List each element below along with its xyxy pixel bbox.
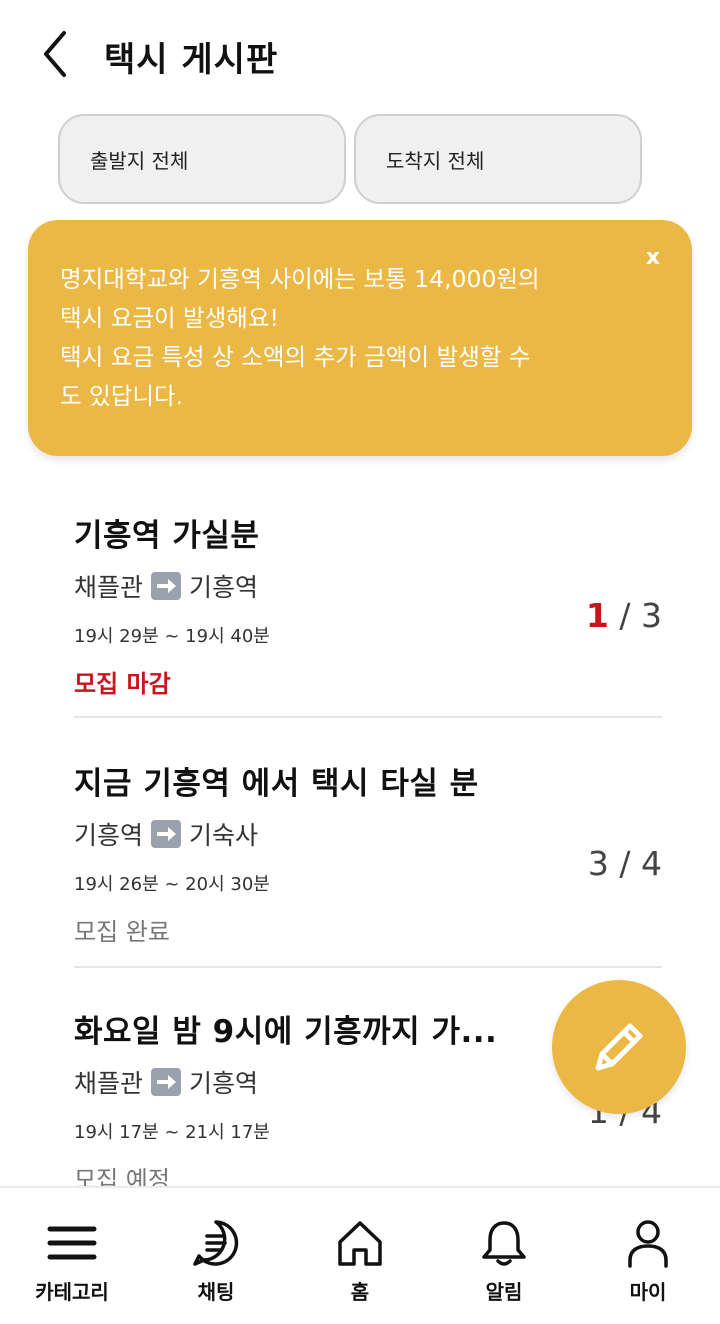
right-arrow-icon (151, 572, 182, 600)
participant-count: 1 / 3 (586, 596, 662, 635)
route-to: 기숙사 (189, 821, 259, 850)
route-to: 기흥역 (189, 573, 259, 602)
participant-count: 3 / 4 (588, 844, 662, 883)
top-bar: 택시 게시판 (0, 0, 720, 110)
arrival-filter-label: 도착지 전체 (386, 148, 485, 173)
count-separator: / (608, 844, 641, 883)
bell-icon (479, 1218, 529, 1268)
post-route: 채플관 기흥역 (74, 1064, 258, 1100)
menu-icon (46, 1218, 98, 1268)
person-icon (626, 1218, 670, 1268)
post-time: 19시 29분 ~ 19시 40분 (74, 626, 270, 647)
notice-close-button[interactable]: x (638, 240, 668, 274)
status-badge: 모집 완료 (74, 918, 170, 946)
nav-item-category[interactable]: 카테고리 (0, 1188, 144, 1324)
pencil-icon (595, 1023, 643, 1071)
total-count: 4 (641, 844, 662, 883)
count-separator: / (608, 596, 641, 635)
nav-item-my[interactable]: 마이 (576, 1188, 720, 1324)
post-route: 기흥역 기숙사 (74, 816, 258, 852)
right-arrow-icon (151, 1068, 182, 1096)
nav-label: 홈 (350, 1280, 370, 1304)
nav-item-home[interactable]: 홈 (288, 1188, 432, 1324)
status-badge: 모집 마감 (74, 670, 171, 698)
page-title: 택시 게시판 (104, 40, 279, 80)
post-time: 19시 26분 ~ 20시 30분 (74, 874, 270, 895)
nav-label: 알림 (485, 1280, 523, 1304)
status-badge: 모집 예정 (74, 1166, 170, 1186)
write-post-button[interactable] (552, 980, 686, 1114)
arrival-filter-button[interactable]: 도착지 전체 (354, 114, 642, 204)
route-to: 기흥역 (189, 1069, 259, 1098)
post-title: 지금 기흥역 에서 택시 타실 분 (74, 766, 479, 802)
right-arrow-icon (151, 820, 182, 848)
bottom-nav: 카테고리 채팅 홈 알림 마이 (0, 1186, 720, 1324)
current-count: 3 (587, 844, 609, 883)
chat-icon (191, 1218, 241, 1268)
nav-item-alarm[interactable]: 알림 (432, 1188, 576, 1324)
post-title: 화요일 밤 9시에 기흥까지 가... (74, 1014, 498, 1050)
departure-filter-label: 출발지 전체 (90, 148, 189, 173)
post-item[interactable]: 기흥역 가실분 채플관 기흥역 19시 29분 ~ 19시 40분 모집 마감 … (0, 500, 720, 750)
total-count: 3 (641, 596, 662, 635)
divider (74, 716, 662, 718)
current-count: 1 (585, 596, 609, 635)
back-button[interactable] (30, 26, 80, 82)
post-title: 기흥역 가실분 (74, 518, 260, 554)
home-icon (335, 1218, 385, 1268)
fare-notice-banner: 명지대학교와 기흥역 사이에는 보통 14,000원의 택시 요금이 발생해요!… (28, 220, 692, 456)
nav-label: 채팅 (197, 1280, 235, 1304)
departure-filter-button[interactable]: 출발지 전체 (58, 114, 346, 204)
route-from: 기흥역 (74, 821, 144, 850)
post-route: 채플관 기흥역 (74, 568, 258, 604)
post-item[interactable]: 지금 기흥역 에서 택시 타실 분 기흥역 기숙사 19시 26분 ~ 20시 … (0, 748, 720, 998)
route-from: 채플관 (74, 573, 144, 602)
nav-label: 카테고리 (35, 1280, 109, 1304)
notice-text: 명지대학교와 기흥역 사이에는 보통 14,000원의 택시 요금이 발생해요!… (60, 265, 540, 410)
divider (74, 966, 662, 968)
post-time: 19시 17분 ~ 21시 17분 (74, 1122, 270, 1143)
route-from: 채플관 (74, 1069, 144, 1098)
nav-item-chat[interactable]: 채팅 (144, 1188, 288, 1324)
nav-label: 마이 (629, 1280, 667, 1304)
chevron-left-icon (44, 31, 66, 77)
